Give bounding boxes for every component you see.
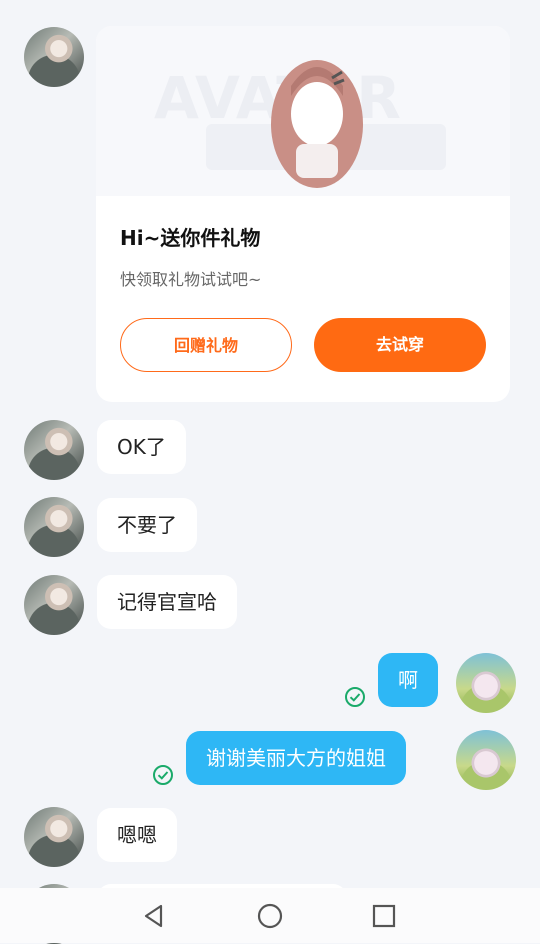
contact-avatar[interactable] <box>24 807 84 867</box>
gift-card-title: Hi~送你件礼物 <box>120 226 261 250</box>
contact-avatar[interactable] <box>24 575 84 635</box>
home-circle-icon[interactable] <box>256 902 284 930</box>
contact-avatar[interactable] <box>24 27 84 87</box>
return-gift-button[interactable]: 回赠礼物 <box>120 318 292 372</box>
message-bubble-received[interactable]: 嗯嗯 <box>97 808 177 862</box>
contact-avatar[interactable] <box>24 420 84 480</box>
gift-card: AVATAR Hi~送你件礼物 快领取礼物试试吧~ 回赠礼物 去试穿 <box>96 26 510 402</box>
back-triangle-icon[interactable] <box>140 902 168 930</box>
message-bubble-received[interactable]: OK了 <box>97 420 186 474</box>
my-avatar[interactable] <box>456 653 516 713</box>
message-bubble-sent[interactable]: 谢谢美丽大方的姐姐 <box>186 731 406 785</box>
my-avatar[interactable] <box>456 730 516 790</box>
sent-check-icon <box>153 765 173 785</box>
message-bubble-sent[interactable]: 啊 <box>378 653 438 707</box>
contact-avatar[interactable] <box>24 497 84 557</box>
system-navigation-bar <box>0 888 540 943</box>
avatar-banner-illustration: AVATAR <box>154 60 446 188</box>
gift-card-subtitle: 快领取礼物试试吧~ <box>120 270 262 289</box>
recents-square-icon[interactable] <box>370 902 398 930</box>
gift-banner-image: AVATAR <box>96 26 510 196</box>
sent-check-icon <box>345 687 365 707</box>
try-on-button[interactable]: 去试穿 <box>314 318 486 372</box>
message-bubble-received[interactable]: 记得官宣哈 <box>97 575 237 629</box>
message-bubble-received[interactable]: 不要了 <box>97 498 197 552</box>
